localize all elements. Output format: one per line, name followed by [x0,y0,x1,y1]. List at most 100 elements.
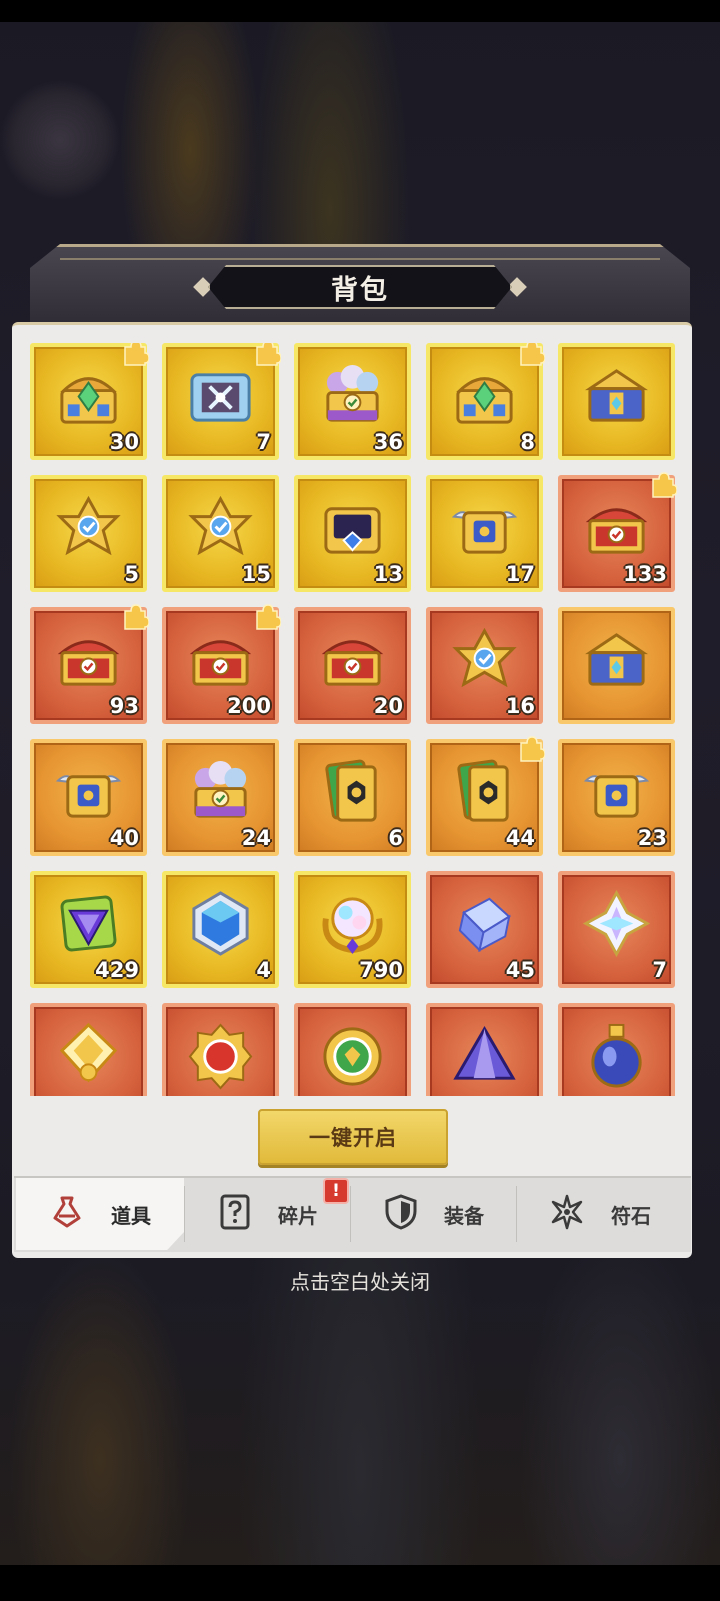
item-count: 24 [241,826,271,850]
item-count: 7 [256,430,271,454]
gem-triangle-icon [54,889,123,958]
chest-star-icon [54,493,123,562]
puzzle-piece-icon [517,343,546,367]
close-hint: 点击空白处关闭 [290,1270,430,1294]
item-count: 790 [359,958,403,982]
item-count: 429 [95,958,139,982]
chest-star-icon [450,625,519,694]
inventory-item[interactable] [162,1003,279,1096]
status-bar [0,0,720,22]
navigation-bar [0,1565,720,1601]
tab-runes-label: 符石 [611,1203,651,1228]
chest-orbs-icon [318,361,387,430]
item-count: 8 [520,430,535,454]
item-count: 17 [505,562,535,586]
item-count: 133 [623,562,667,586]
inventory-item[interactable]: 6 [294,739,411,856]
inventory-item[interactable]: 15 [162,475,279,592]
crystal-gold-icon [54,1021,123,1090]
item-count: 36 [373,430,403,454]
item-count: 23 [637,826,667,850]
inventory-item[interactable]: 5 [30,475,147,592]
card-pack-icon [450,757,519,826]
crystal-cube-icon [450,889,519,958]
inventory-item[interactable]: 45 [426,871,543,988]
inventory-item[interactable]: 133 [558,472,678,592]
inventory-item[interactable] [294,1003,411,1096]
emblem-red-icon [186,1021,255,1090]
inventory-item[interactable]: 17 [426,475,543,592]
inventory-item[interactable]: 23 [558,739,675,856]
inventory-item[interactable]: 93 [30,604,150,724]
item-grid[interactable]: 30 7 36 8 5 15 13 17 133 93 200 20 16 40 24 6 44 23 429 4 79… [30,343,680,1096]
orb-rainbow-icon [318,889,387,958]
chest-red-icon [582,493,651,562]
inventory-item[interactable] [426,1003,543,1096]
item-count: 7 [652,958,667,982]
panel-title: 背包 [331,274,389,306]
chest-star-icon [186,493,255,562]
item-count: 40 [109,826,139,850]
inventory-item[interactable]: 36 [294,343,411,460]
item-count: 30 [109,430,139,454]
chest-winged-icon [450,493,519,562]
item-count: 6 [388,826,403,850]
item-count: 13 [373,562,403,586]
chest-orbs-icon [186,757,255,826]
rune-star-icon [549,1194,585,1234]
inventory-item[interactable]: 40 [30,739,147,856]
open-all-button[interactable]: 一键开启 [258,1109,448,1165]
puzzle-piece-icon [253,343,282,367]
inventory-item[interactable]: 8 [426,343,546,460]
inventory-item[interactable]: 30 [30,343,150,460]
crystal-purple-icon [450,1021,519,1090]
header-trim [60,258,660,260]
tab-equipment-label: 装备 [444,1203,484,1228]
question-card-icon [218,1194,252,1234]
puzzle-piece-icon [517,735,546,763]
potion-blue-icon [582,1021,651,1090]
emblem-green-icon [318,1021,387,1090]
inventory-item[interactable]: 4 [162,871,279,988]
tab-fragments-label: 碎片 [278,1203,318,1228]
tab-items-label: 道具 [111,1203,151,1228]
inventory-item[interactable]: 790 [294,871,411,988]
item-count: 200 [227,694,271,718]
item-count: 45 [505,958,535,982]
tab-items[interactable]: 道具 [16,1178,184,1250]
puzzle-piece-icon [121,603,150,631]
inventory-item[interactable] [558,607,675,724]
notification-badge: ! [323,1178,349,1204]
inventory-item[interactable] [558,1003,675,1096]
chest-winged-icon [582,757,651,826]
item-count: 20 [373,694,403,718]
item-count: 44 [505,826,535,850]
puzzle-piece-icon [121,343,150,367]
crystal-star-icon [582,889,651,958]
inventory-item[interactable]: 7 [558,871,675,988]
chest-silver-icon [186,361,255,430]
inventory-item[interactable] [558,343,675,460]
inventory-item[interactable]: 24 [162,739,279,856]
inventory-item[interactable]: 20 [294,607,411,724]
chest-gem-icon [54,361,123,430]
chest-red-icon [54,625,123,694]
puzzle-piece-icon [649,471,678,499]
item-count: 93 [109,694,139,718]
item-count: 5 [124,562,139,586]
inventory-item[interactable]: 7 [162,343,282,460]
chest-dark-icon [318,493,387,562]
inventory-item[interactable]: 16 [426,607,543,724]
puzzle-piece-icon [253,603,282,631]
chest-winged-icon [54,757,123,826]
inventory-item[interactable]: 429 [30,871,147,988]
tab-runes[interactable]: 符石 [516,1178,684,1250]
gem-blue-icon [186,889,255,958]
chest-red-icon [186,625,255,694]
inventory-item[interactable]: 13 [294,475,411,592]
tab-equipment[interactable]: 装备 [350,1178,518,1250]
inventory-item[interactable]: 44 [426,736,546,856]
inventory-item[interactable]: 200 [162,604,282,724]
inventory-item[interactable] [30,1003,147,1096]
chest-blue-icon [582,625,651,694]
